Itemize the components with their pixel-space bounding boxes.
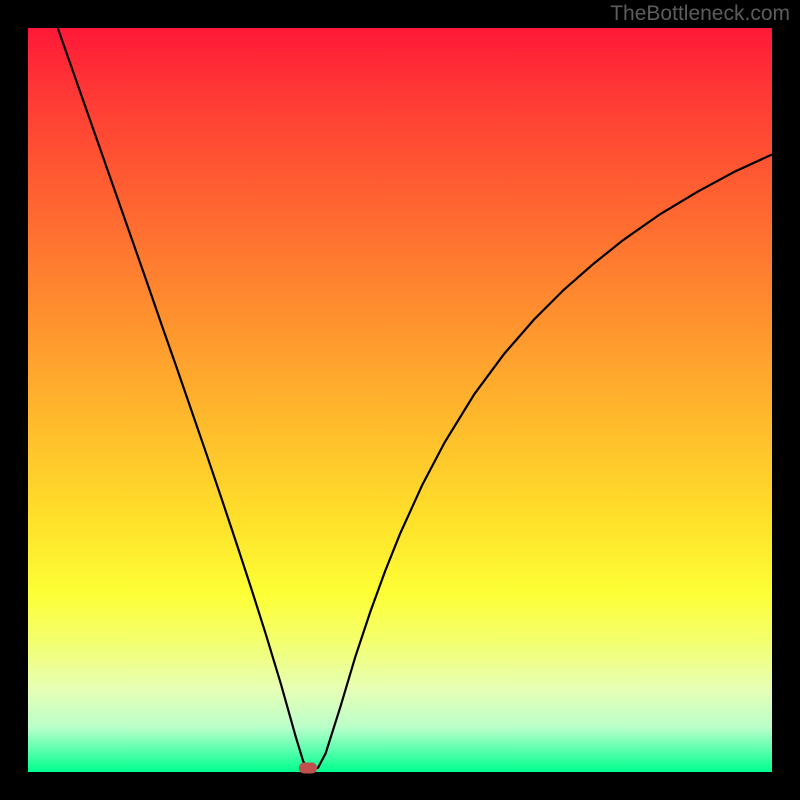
chart-area (28, 28, 772, 772)
optimal-point-marker (299, 763, 317, 774)
bottleneck-curve (28, 28, 772, 772)
watermark-text: TheBottleneck.com (610, 2, 790, 26)
